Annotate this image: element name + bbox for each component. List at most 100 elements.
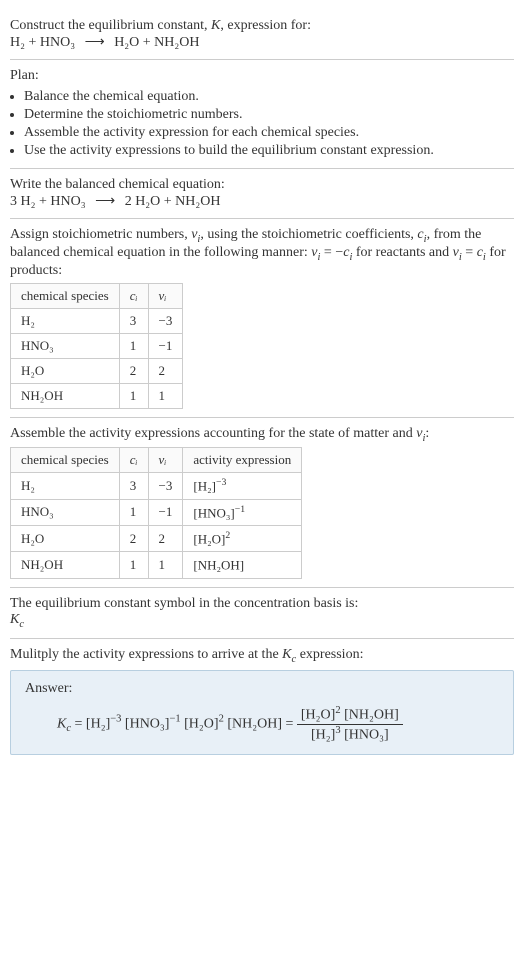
text-d: for reactants and [352,245,452,260]
col-ci: cᵢ [119,448,148,473]
cell-species: H₂O [11,358,120,383]
cell-c: 1 [119,333,148,358]
t1e: −3 [110,714,121,725]
base: [H₂] [193,479,216,494]
base: [HNO₃] [193,505,234,520]
table-row: HNO₃1−1 [11,333,183,358]
cell-species: NH₂OH [11,552,120,578]
t1b: [H₂] [86,717,110,732]
balanced-equation: 3 H₂ + HNO₃ ⟶ 2 H₂O + NH₂OH [10,193,514,210]
cell-species: H₂ [11,473,120,499]
cell-species: NH₂OH [11,383,120,408]
col-species: chemical species [11,283,120,308]
activity-table: chemical species cᵢ νᵢ activity expressi… [10,447,302,578]
plan-item: Determine the stoichiometric numbers. [24,106,514,124]
balanced-title: Write the balanced chemical equation: [10,177,514,193]
symbol-text: The equilibrium constant symbol in the c… [10,596,514,612]
answer-label: Answer: [25,681,499,697]
cell-c: 1 [119,552,148,578]
d2b: [HNO₃] [344,728,389,743]
cell-v: −1 [148,499,183,525]
eq-neg: = − [320,245,343,260]
cell-c: 2 [119,526,148,552]
eq-rhs: H₂O + NH₂OH [114,35,199,50]
cell-expr: [HNO₃]−1 [183,499,302,525]
arrow-icon: ⟶ [89,193,121,210]
table-header-row: chemical species cᵢ νᵢ [11,283,183,308]
section-stoich: Assign stoichiometric numbers, νi, using… [10,219,514,418]
table-header-row: chemical species cᵢ νᵢ activity expressi… [11,448,302,473]
cell-c: 1 [119,499,148,525]
kc-expression: Kc = [H₂]−3 [HNO₃]−1 [H₂O]2 [NH₂OH] = [H… [25,705,499,743]
text-b: expression: [296,647,363,662]
d1b: [H₂] [311,728,335,743]
col-activity: activity expression [183,448,302,473]
fraction: [H₂O]2 [NH₂OH] [H₂]3 [HNO₃] [297,705,403,743]
denominator: [H₂]3 [HNO₃] [297,725,403,744]
activity-text: Assemble the activity expressions accoun… [10,426,514,444]
prompt-a: Construct the equilibrium constant, [10,18,211,33]
section-plan: Plan: Balance the chemical equation. Det… [10,60,514,169]
plan-item: Assemble the activity expression for eac… [24,124,514,142]
cell-expr: [H₂]−3 [183,473,302,499]
cell-v: 2 [148,358,183,383]
t2e: −1 [169,714,180,725]
cell-v: −3 [148,473,183,499]
cell-species: HNO₃ [11,333,120,358]
equals2: = [282,717,297,732]
col-nui: νᵢ [148,283,183,308]
plan-list: Balance the chemical equation. Determine… [10,88,514,160]
base: [H₂O] [193,531,225,546]
plan-item: Balance the chemical equation. [24,88,514,106]
stoich-text: Assign stoichiometric numbers, νi, using… [10,227,514,279]
kc-symbol: Kc [10,612,514,630]
t3b: [H₂O] [184,717,218,732]
exp: 2 [225,530,230,541]
t2b: [HNO₃] [125,717,170,732]
cell-expr: [NH₂OH] [183,552,302,578]
K: K [282,647,291,662]
plan-item: Use the activity expressions to build th… [24,142,514,160]
cell-v: 2 [148,526,183,552]
unbalanced-equation: H₂ + HNO₃ ⟶ H₂O + NH₂OH [10,34,514,51]
exp: −3 [216,477,226,488]
section-balanced: Write the balanced chemical equation: 3 … [10,169,514,219]
final-text: Mulitply the activity expressions to arr… [10,647,514,665]
col-ci: cᵢ [119,283,148,308]
table-row: H₂O22 [11,358,183,383]
cell-c: 3 [119,308,148,333]
cell-v: 1 [148,383,183,408]
cell-v: −1 [148,333,183,358]
section-prompt: Construct the equilibrium constant, K, e… [10,10,514,60]
text-a: Assign stoichiometric numbers, [10,227,191,242]
plan-title: Plan: [10,68,514,84]
cell-v: 1 [148,552,183,578]
K: K [57,717,66,732]
arrow-icon: ⟶ [79,34,111,51]
table-row: NH₂OH11 [11,383,183,408]
cell-c: 2 [119,358,148,383]
text-b: , using the stoichiometric coefficients, [200,227,417,242]
cell-c: 1 [119,383,148,408]
sub-c: c [19,619,24,630]
table-row: NH₂OH11[NH₂OH] [11,552,302,578]
cell-species: HNO₃ [11,499,120,525]
table-row: H₂O22[H₂O]2 [11,526,302,552]
cell-expr: [H₂O]2 [183,526,302,552]
prompt-text: Construct the equilibrium constant, K, e… [10,18,514,34]
stoich-table: chemical species cᵢ νᵢ H₂3−3 HNO₃1−1 H₂O… [10,283,183,409]
K-symbol: K [211,18,220,33]
eq-lhs: H₂ + HNO₃ [10,35,75,50]
K: K [10,612,19,627]
numerator: [H₂O]2 [NH₂OH] [297,705,403,725]
d1e: 3 [335,725,340,736]
table-row: H₂3−3 [11,308,183,333]
exp: −1 [235,504,245,515]
text-a: Assemble the activity expressions accoun… [10,426,416,441]
t4b: [NH₂OH] [227,717,282,732]
text-a: Mulitply the activity expressions to arr… [10,647,282,662]
cell-species: H₂ [11,308,120,333]
t3e: 2 [219,714,224,725]
table-row: HNO₃1−1[HNO₃]−1 [11,499,302,525]
base: [NH₂OH] [193,558,244,573]
